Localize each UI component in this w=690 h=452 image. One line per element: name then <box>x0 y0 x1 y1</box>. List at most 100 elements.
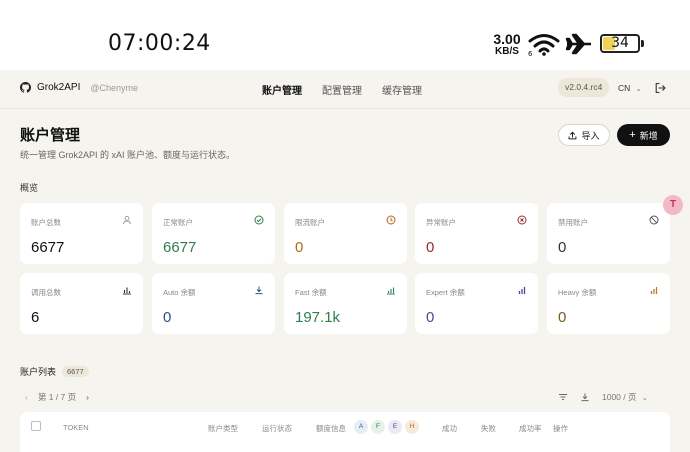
stat-card-heavy-balance: Heavy 余额 0 <box>547 273 670 334</box>
stat-label: Fast 余额 <box>295 288 327 297</box>
error-circle-icon <box>517 215 527 225</box>
column-header-token[interactable]: TOKEN <box>63 423 89 432</box>
stat-value: 0 <box>426 239 435 256</box>
ban-icon <box>649 215 659 225</box>
page-info: 第 1 / 7 页 <box>37 392 77 402</box>
stat-value: 197.1k <box>295 309 341 326</box>
translate-float-button[interactable]: T <box>663 195 683 215</box>
upload-icon <box>569 131 577 139</box>
status-bar: 07:00:24 3.00 KB/S 6 34 <box>0 0 690 70</box>
stat-card-fast-balance: Fast 余额 197.1k <box>284 273 407 334</box>
list-title: 账户列表 <box>20 367 57 377</box>
column-header-success-rate[interactable]: 成功率 <box>519 423 542 434</box>
next-page-icon[interactable]: › <box>86 392 89 402</box>
stat-value: 6677 <box>163 239 197 256</box>
quota-tag-auto: A <box>354 420 368 434</box>
stat-label: Auto 余额 <box>163 288 196 297</box>
stat-value: 0 <box>295 239 304 256</box>
chevron-down-icon: ⌄ <box>635 86 642 93</box>
page-title: 账户管理 <box>20 127 81 144</box>
account-table: TOKEN 账户类型 运行状态 额度信息 A F E H 成功 失败 成功率 操… <box>20 412 670 452</box>
stat-card-throttled-accounts: 限流账户 0 <box>284 203 407 264</box>
download-icon[interactable] <box>580 392 590 402</box>
stat-value: 0 <box>163 309 172 326</box>
check-circle-icon <box>254 215 264 225</box>
battery-level: 34 <box>611 35 629 51</box>
page-size-select[interactable]: 1000 / 页 ⌄ <box>602 391 648 403</box>
prev-page-icon[interactable]: ‹ <box>25 392 28 402</box>
select-all-checkbox[interactable] <box>31 421 41 431</box>
column-header-status[interactable]: 运行状态 <box>262 423 292 434</box>
top-nav: Grok2API @Chenyme 账户管理 配置管理 缓存管理 v2.0.4.… <box>0 70 690 108</box>
stat-label: Expert 余额 <box>426 288 465 297</box>
bar-chart-icon <box>650 287 658 294</box>
stat-card-error-accounts: 异常账户 0 <box>415 203 538 264</box>
speed-unit: KB/S <box>495 46 519 57</box>
stat-card-disabled-accounts: 禁用账户 0 <box>547 203 670 264</box>
quota-tag-heavy: H <box>405 420 419 434</box>
stat-value: 0 <box>558 309 567 326</box>
stat-label: 异常账户 <box>426 218 456 227</box>
battery-indicator: 34 <box>600 34 644 53</box>
import-button[interactable]: 导入 <box>558 124 610 146</box>
language-label: CN <box>618 83 631 93</box>
column-header-quota[interactable]: 额度信息 <box>316 423 346 434</box>
stat-label: 限流账户 <box>295 218 325 227</box>
pagination: ‹ 第 1 / 7 页 › <box>25 391 89 403</box>
stat-label: 正常账户 <box>163 218 193 227</box>
brand-name: Grok2API <box>37 82 81 93</box>
status-time: 07:00:24 <box>108 31 211 56</box>
brand[interactable]: Grok2API @Chenyme <box>20 82 138 93</box>
nav-tabs: 账户管理 配置管理 缓存管理 <box>262 82 422 97</box>
bar-chart-icon <box>123 287 131 295</box>
column-header-account-type[interactable]: 账户类型 <box>208 423 238 434</box>
column-header-success[interactable]: 成功 <box>442 423 457 434</box>
airplane-mode-icon <box>565 33 591 55</box>
github-icon <box>20 82 31 93</box>
chevron-down-icon: ⌄ <box>641 395 648 402</box>
page-subtitle: 统一管理 Grok2API 的 xAI 账户池、额度与运行状态。 <box>20 150 236 160</box>
bar-chart-icon <box>518 287 526 294</box>
stat-card-total-accounts: 账户总数 6677 <box>20 203 143 264</box>
user-icon <box>123 215 131 225</box>
tab-cache[interactable]: 缓存管理 <box>382 82 422 97</box>
wifi-icon: 6 <box>528 34 560 56</box>
logout-icon[interactable] <box>654 82 666 94</box>
stat-card-active-accounts: 正常账户 6677 <box>152 203 275 264</box>
download-icon <box>255 286 263 295</box>
stat-value: 0 <box>426 309 435 326</box>
speed-value: 3.00 <box>493 31 521 47</box>
bar-chart-icon <box>387 287 395 295</box>
nav-divider <box>0 108 690 109</box>
tab-accounts[interactable]: 账户管理 <box>262 82 302 97</box>
filter-icon[interactable] <box>558 392 568 402</box>
version-badge: v2.0.4.rc4 <box>558 78 610 97</box>
stat-value: 6677 <box>31 239 65 256</box>
quota-tag-expert: E <box>388 420 402 434</box>
account-list-heading: 账户列表 6677 <box>20 365 89 378</box>
stat-label: Heavy 余额 <box>558 288 597 297</box>
tab-config[interactable]: 配置管理 <box>322 82 362 97</box>
list-count-badge: 6677 <box>62 366 89 377</box>
stat-card-total-calls: 调用总数 6 <box>20 273 143 334</box>
language-selector[interactable]: CN ⌄ <box>618 83 642 93</box>
stat-label: 调用总数 <box>31 288 61 297</box>
list-toolbar: 1000 / 页 ⌄ <box>558 391 648 403</box>
stat-card-expert-balance: Expert 余额 0 <box>415 273 538 334</box>
page-size-label: 1000 / 页 <box>602 392 637 402</box>
svg-text:6: 6 <box>528 50 533 56</box>
brand-handle: @Chenyme <box>90 82 139 93</box>
add-account-button[interactable]: + 新增 <box>617 124 670 146</box>
plus-icon: + <box>629 128 636 141</box>
stat-value: 6 <box>31 309 40 326</box>
column-header-actions: 操作 <box>553 424 568 433</box>
network-speed: 3.00 KB/S <box>490 32 524 57</box>
quota-tag-fast: F <box>371 420 385 434</box>
overview-heading: 概览 <box>20 183 39 193</box>
new-label: 新增 <box>639 130 658 141</box>
column-header-failure[interactable]: 失败 <box>481 423 496 434</box>
stat-value: 0 <box>558 239 567 256</box>
stat-card-auto-balance: Auto 余额 0 <box>152 273 275 334</box>
clock-icon <box>386 215 396 225</box>
import-label: 导入 <box>581 130 600 141</box>
